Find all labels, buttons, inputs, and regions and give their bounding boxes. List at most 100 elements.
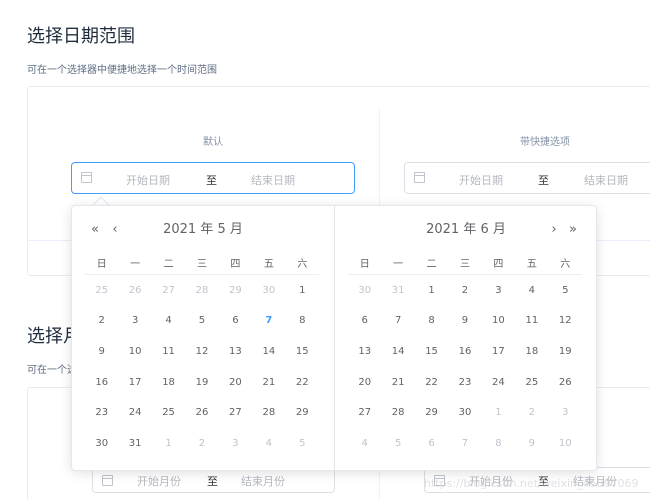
end-date-input[interactable]: 结束日期 xyxy=(584,172,628,188)
weekday-header: 一 xyxy=(130,259,141,270)
day-cell[interactable]: 3 xyxy=(118,306,151,337)
day-cell[interactable]: 29 xyxy=(286,397,319,428)
day-cell[interactable]: 11 xyxy=(515,306,548,337)
day-cell[interactable]: 26 xyxy=(549,367,582,398)
start-date-input[interactable]: 开始日期 xyxy=(459,172,503,188)
day-cell[interactable]: 26 xyxy=(118,275,151,306)
day-cell[interactable]: 4 xyxy=(515,275,548,306)
start-month-input[interactable]: 开始月份 xyxy=(137,473,181,489)
day-cell-today[interactable]: 7 xyxy=(252,306,285,337)
day-cell[interactable]: 1 xyxy=(415,275,448,306)
weekday-header: 日 xyxy=(96,259,107,270)
day-cell[interactable]: 14 xyxy=(252,336,285,367)
day-cell[interactable]: 2 xyxy=(185,428,218,459)
day-cell[interactable]: 24 xyxy=(118,397,151,428)
day-cell[interactable]: 29 xyxy=(415,397,448,428)
day-cell[interactable]: 17 xyxy=(482,336,515,367)
day-cell[interactable]: 8 xyxy=(286,306,319,337)
day-cell[interactable]: 23 xyxy=(448,367,481,398)
day-cell[interactable]: 27 xyxy=(152,275,185,306)
day-cell[interactable]: 3 xyxy=(219,428,252,459)
day-cell[interactable]: 25 xyxy=(152,397,185,428)
day-cell[interactable]: 28 xyxy=(381,397,414,428)
day-cell[interactable]: 1 xyxy=(152,428,185,459)
day-cell[interactable]: 2 xyxy=(85,306,118,337)
calendar-grid-left: 日一二三四五六 25 26 27 28 29 30 1 2 3 4 5 6 7 8 9 10 11 12 13 14 15… xyxy=(85,250,319,459)
day-cell[interactable]: 21 xyxy=(252,367,285,398)
end-date-input[interactable]: 结束日期 xyxy=(251,172,295,188)
day-cell[interactable]: 13 xyxy=(348,336,381,367)
day-cell[interactable]: 6 xyxy=(219,306,252,337)
day-cell[interactable]: 13 xyxy=(219,336,252,367)
day-cell[interactable]: 4 xyxy=(252,428,285,459)
day-cell[interactable]: 5 xyxy=(549,275,582,306)
day-cell[interactable]: 10 xyxy=(549,428,582,459)
day-cell[interactable]: 9 xyxy=(515,428,548,459)
day-cell[interactable]: 25 xyxy=(85,275,118,306)
day-cell[interactable]: 12 xyxy=(549,306,582,337)
day-cell[interactable]: 27 xyxy=(219,397,252,428)
day-cell[interactable]: 3 xyxy=(549,397,582,428)
day-cell[interactable]: 24 xyxy=(482,367,515,398)
day-cell[interactable]: 5 xyxy=(286,428,319,459)
day-cell[interactable]: 11 xyxy=(152,336,185,367)
day-cell[interactable]: 28 xyxy=(185,275,218,306)
day-cell[interactable]: 14 xyxy=(381,336,414,367)
day-cell[interactable]: 18 xyxy=(152,367,185,398)
day-cell[interactable]: 18 xyxy=(515,336,548,367)
day-cell[interactable]: 23 xyxy=(85,397,118,428)
day-cell[interactable]: 30 xyxy=(348,275,381,306)
day-cell[interactable]: 22 xyxy=(415,367,448,398)
day-cell[interactable]: 19 xyxy=(185,367,218,398)
day-cell[interactable]: 16 xyxy=(448,336,481,367)
day-cell[interactable]: 31 xyxy=(118,428,151,459)
day-cell[interactable]: 5 xyxy=(381,428,414,459)
day-cell[interactable]: 30 xyxy=(252,275,285,306)
day-cell[interactable]: 15 xyxy=(415,336,448,367)
day-cell[interactable]: 29 xyxy=(219,275,252,306)
day-cell[interactable]: 1 xyxy=(482,397,515,428)
day-cell[interactable]: 1 xyxy=(286,275,319,306)
date-range-input-shortcuts[interactable]: 开始日期 至 结束日期 xyxy=(404,162,650,194)
day-cell[interactable]: 7 xyxy=(448,428,481,459)
weekday-header: 六 xyxy=(297,259,308,270)
date-range-input-default[interactable]: 开始日期 至 结束日期 xyxy=(71,162,355,194)
day-cell[interactable]: 9 xyxy=(85,336,118,367)
day-cell[interactable]: 9 xyxy=(448,306,481,337)
day-cell[interactable]: 2 xyxy=(448,275,481,306)
start-date-input[interactable]: 开始日期 xyxy=(126,172,170,188)
weekday-header: 四 xyxy=(493,259,504,270)
day-cell[interactable]: 6 xyxy=(348,306,381,337)
day-cell[interactable]: 15 xyxy=(286,336,319,367)
day-cell[interactable]: 7 xyxy=(381,306,414,337)
day-cell[interactable]: 27 xyxy=(348,397,381,428)
day-cell[interactable]: 8 xyxy=(482,428,515,459)
day-cell[interactable]: 22 xyxy=(286,367,319,398)
day-cell[interactable]: 26 xyxy=(185,397,218,428)
block-label-default: 默认 xyxy=(203,137,223,148)
page-title: 选择日期范围 xyxy=(27,26,135,47)
day-cell[interactable]: 3 xyxy=(482,275,515,306)
day-cell[interactable]: 4 xyxy=(152,306,185,337)
day-cell[interactable]: 20 xyxy=(348,367,381,398)
day-cell[interactable]: 8 xyxy=(415,306,448,337)
end-month-input[interactable]: 结束月份 xyxy=(241,473,285,489)
day-cell[interactable]: 20 xyxy=(219,367,252,398)
day-cell[interactable]: 31 xyxy=(381,275,414,306)
day-cell[interactable]: 28 xyxy=(252,397,285,428)
day-cell[interactable]: 4 xyxy=(348,428,381,459)
day-cell[interactable]: 6 xyxy=(415,428,448,459)
day-cell[interactable]: 2 xyxy=(515,397,548,428)
day-cell[interactable]: 16 xyxy=(85,367,118,398)
day-cell[interactable]: 10 xyxy=(118,336,151,367)
day-cell[interactable]: 30 xyxy=(448,397,481,428)
day-cell[interactable]: 5 xyxy=(185,306,218,337)
day-cell[interactable]: 21 xyxy=(381,367,414,398)
day-cell[interactable]: 25 xyxy=(515,367,548,398)
day-cell[interactable]: 19 xyxy=(549,336,582,367)
day-cell[interactable]: 12 xyxy=(185,336,218,367)
day-cell[interactable]: 10 xyxy=(482,306,515,337)
weekday-header: 日 xyxy=(359,259,370,270)
day-cell[interactable]: 17 xyxy=(118,367,151,398)
day-cell[interactable]: 30 xyxy=(85,428,118,459)
